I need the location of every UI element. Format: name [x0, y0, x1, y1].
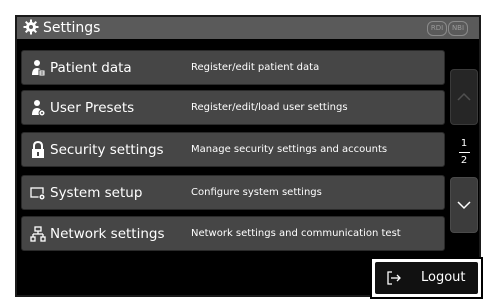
settings-screen: Settings RDI NBI Patient data Register/e…: [15, 15, 481, 297]
gear-icon: [23, 19, 39, 35]
menu-item-description: Manage security settings and accounts: [191, 144, 388, 155]
logout-button[interactable]: Logout: [375, 262, 478, 294]
menu-item-security-settings[interactable]: Security settings Manage security settin…: [21, 132, 445, 167]
menu-item-label: Network settings: [50, 226, 165, 242]
chevron-up-icon: [457, 92, 471, 101]
menu-item-description: Network settings and communication test: [191, 228, 401, 239]
logout-button-frame: Logout: [370, 257, 483, 299]
menu-item-label: User Presets: [50, 100, 135, 116]
menu-item-description: Configure system settings: [191, 187, 322, 198]
page-indicator: 1 2: [450, 135, 478, 171]
lock-icon: [32, 141, 44, 158]
logout-icon: [387, 271, 401, 285]
title-bar: Settings RDI NBI: [17, 17, 479, 39]
menu-item-patient-data[interactable]: Patient data Register/edit patient data: [21, 50, 445, 85]
chevron-down-icon: [457, 201, 471, 210]
system-setup-icon: [30, 187, 46, 201]
page-divider: [459, 152, 470, 153]
scroll-down-button[interactable]: [450, 177, 478, 233]
network-icon: [30, 226, 46, 242]
user-presets-icon: [32, 100, 46, 117]
scroll-up-button[interactable]: [450, 69, 478, 125]
nbi-indicator: NBI: [448, 21, 468, 36]
rdi-indicator: RDI: [427, 21, 447, 36]
current-page: 1: [460, 138, 468, 149]
menu-item-description: Register/edit/load user settings: [191, 102, 348, 113]
page-title: Settings: [43, 20, 101, 36]
menu-item-system-setup[interactable]: System setup Configure system settings: [21, 175, 445, 210]
menu-item-label: Security settings: [50, 142, 164, 158]
menu-item-description: Register/edit patient data: [191, 62, 320, 73]
menu-item-user-presets[interactable]: User Presets Register/edit/load user set…: [21, 90, 445, 125]
menu-item-label: System setup: [50, 185, 143, 201]
patient-icon: [32, 60, 46, 77]
menu-item-label: Patient data: [50, 60, 132, 76]
menu-item-network-settings[interactable]: Network settings Network settings and co…: [21, 216, 445, 251]
logout-label: Logout: [421, 270, 466, 285]
total-pages: 2: [460, 155, 468, 166]
